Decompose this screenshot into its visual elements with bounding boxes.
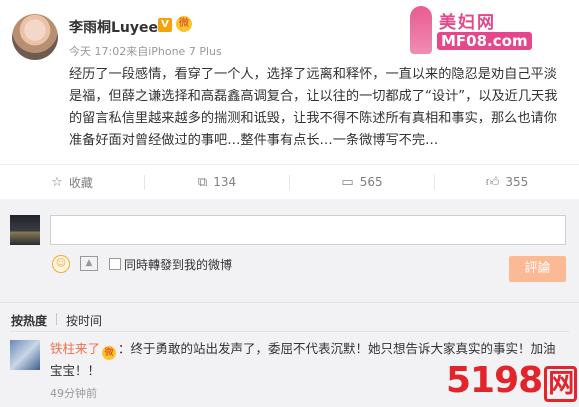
sort-by-hot-tab[interactable]: 按热度 <box>11 312 47 329</box>
image-icon[interactable]: ▲ <box>80 256 98 271</box>
comment-time: 49分钟前 <box>50 387 97 400</box>
author-name[interactable]: 李雨桐Luyee <box>69 17 158 37</box>
comment-input[interactable] <box>50 215 566 245</box>
comment-count: 565 <box>359 175 383 189</box>
post-meta: 今天 17:02来自iPhone 7 Plus <box>69 45 222 58</box>
level-icon[interactable]: 微 <box>176 16 192 32</box>
favorite-button[interactable]: ☆ 收藏 <box>0 165 144 199</box>
like-count: 355 <box>505 175 529 189</box>
comment-icon: ▭ <box>341 174 354 190</box>
current-user-avatar <box>10 215 40 245</box>
action-bar: ☆ 收藏 ⧉ 134 ▭ 565 👍︎ 355 <box>0 164 579 200</box>
weibo-post: 李雨桐Luyee V 微 今天 17:02来自iPhone 7 Plus 美妇网… <box>0 0 579 160</box>
commenter-avatar[interactable] <box>10 340 40 370</box>
commenter-level-icon[interactable]: 微 <box>102 346 117 360</box>
verified-badge-icon[interactable]: V <box>158 18 172 32</box>
divider <box>10 331 569 332</box>
watermark-logo-top: 美妇网 MF08.com <box>405 6 565 56</box>
emoji-icon[interactable]: ☺ <box>52 255 70 273</box>
share-count: 134 <box>213 175 237 189</box>
watermark-url: MF08.com <box>437 32 532 50</box>
comment-button[interactable]: ▭ 565 <box>290 165 434 199</box>
share-icon: ⧉ <box>197 174 208 190</box>
watermark-figure-icon <box>410 6 432 54</box>
sort-by-time-tab[interactable]: 按时间 <box>66 312 102 329</box>
divider <box>56 313 57 325</box>
watermark-logo-bottom: 5198 网 <box>446 360 578 402</box>
watermark-number: 5198 <box>446 360 543 401</box>
share-button[interactable]: ⧉ 134 <box>145 165 289 199</box>
star-icon: ☆ <box>51 174 63 190</box>
watermark-suffix: 网 <box>544 366 578 402</box>
submit-comment-button[interactable]: 評論 <box>509 256 566 282</box>
divider <box>0 302 579 303</box>
repost-checkbox-label[interactable]: 同時轉發到我的微博 <box>124 256 232 273</box>
author-avatar[interactable] <box>12 14 58 60</box>
commenter-name[interactable]: 铁柱来了 <box>50 341 100 356</box>
like-icon: 👍︎ <box>485 174 500 190</box>
favorite-label: 收藏 <box>68 175 93 190</box>
repost-checkbox[interactable] <box>109 258 121 270</box>
watermark-title: 美妇网 <box>439 13 496 33</box>
like-button[interactable]: 👍︎ 355 <box>435 165 579 199</box>
post-content: 经历了一段感情，看穿了一个人，选择了远离和释怀，一直以来的隐忍是劝自己平淡是福，… <box>69 67 558 148</box>
